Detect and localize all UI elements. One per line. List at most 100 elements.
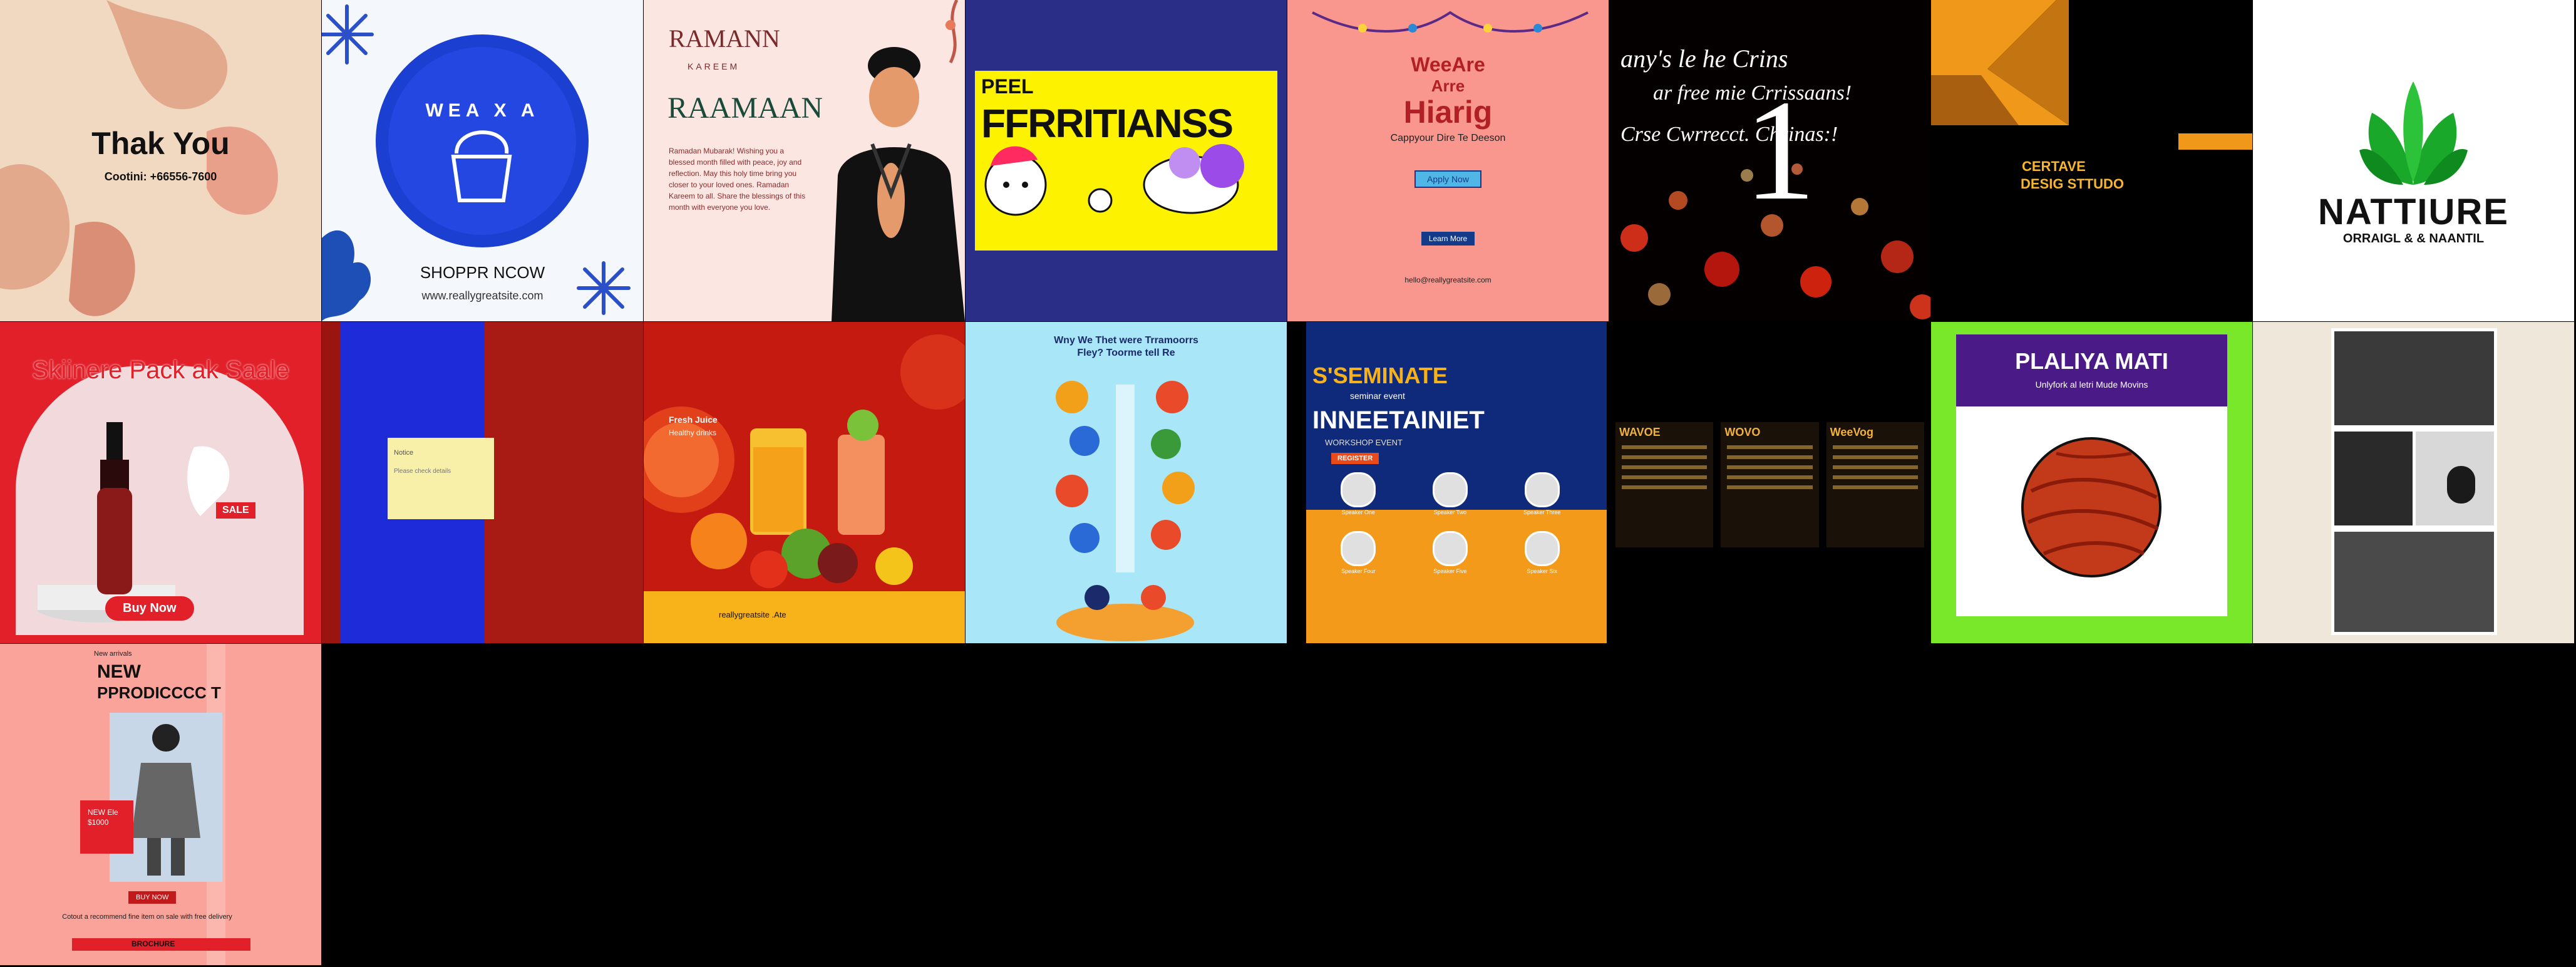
collage-photo-group xyxy=(2334,532,2494,632)
menu-line xyxy=(1832,475,1918,479)
speaker-name: Speaker Two xyxy=(1433,509,1467,515)
thank-you-contact: Cootini: +66556-7600 xyxy=(104,170,217,183)
seminar-sub: seminar event xyxy=(1350,391,1405,401)
skincare-title: Skiinere Pack ak Saale xyxy=(31,356,290,384)
floral-corner-icon xyxy=(945,0,959,64)
thank-you-title: Thak You xyxy=(91,126,230,161)
orange-geometric-shapes xyxy=(1931,0,2252,150)
speaker-card: Speaker Three xyxy=(1499,472,1585,515)
tile-new-product[interactable]: New arrivals NEW PPRODICCCC T NEW Ele $1… xyxy=(0,644,321,965)
speaker-card: Speaker Two xyxy=(1408,472,1493,515)
menu-line xyxy=(1622,465,1708,469)
product-line2: PPRODICCCC T xyxy=(97,683,221,702)
hiring-line1: WeeAre xyxy=(1411,53,1485,76)
tile-nature[interactable]: NATTIURE ORRAIGL & & NAANTIL xyxy=(2253,0,2574,321)
hiring-line3: Hiarig xyxy=(1403,95,1493,130)
hiring-footer-email[interactable]: hello@reallygreatsite.com xyxy=(1287,276,1609,284)
collage-person-silhouette xyxy=(2447,466,2475,504)
ramadan-body: Ramadan Mubarak! Wishing you a blessed m… xyxy=(669,147,806,212)
tile-seminar[interactable]: S'SEMINATE seminar event INNEETAINIET WO… xyxy=(1287,322,1609,643)
menu-line xyxy=(1727,485,1813,489)
menu-heading: WOVO xyxy=(1724,426,1761,438)
shop-url[interactable]: www.reallygreatsite.com xyxy=(322,289,643,303)
speaker-card: Speaker Four xyxy=(1316,531,1401,574)
seminar-title: INNEETAINIET xyxy=(1312,406,1485,434)
tile-photo-collage[interactable] xyxy=(2253,322,2574,643)
apply-now-button[interactable]: Apply Now xyxy=(1414,170,1481,188)
shop-title: SHOPPR NCOW xyxy=(420,263,545,282)
tile-ramadan[interactable]: RAMANN KAREEM RAAMAAN Ramadan Mubarak! W… xyxy=(644,0,965,321)
menu-line xyxy=(1727,475,1813,479)
friendship-title: FFRRITIANSS xyxy=(981,101,1234,146)
learn-more-button[interactable]: Learn More xyxy=(1421,232,1475,246)
avatar xyxy=(1341,472,1376,507)
creative-line2: DESIG STTUDO xyxy=(2021,176,2125,192)
nature-sub: ORRAIGL & & NAANTIL xyxy=(2342,232,2485,246)
menu-line xyxy=(1622,475,1708,479)
product-buy-button[interactable]: BUY NOW xyxy=(128,891,177,904)
ramadan-title: RAAMAAN xyxy=(667,91,823,125)
product-line1: NEW xyxy=(97,661,141,682)
avatar xyxy=(1432,472,1468,507)
product-footer: BROCHURE xyxy=(131,939,175,948)
tile-creative-studio[interactable]: CERTAVE DESIG STTUDO xyxy=(1931,0,2252,321)
menu-line xyxy=(1832,485,1918,489)
tile-football[interactable]: PLALIYA MATI Unlyfork al letri Mude Movi… xyxy=(1931,322,2252,643)
tile-christmas[interactable]: any's le he Crins ar free mie Crrissaans… xyxy=(1609,0,1930,321)
red-panel xyxy=(485,322,643,643)
product-price2: $1000 xyxy=(88,818,109,827)
ramadan-small-title: RAMANN xyxy=(669,24,780,53)
note-line: Please check details xyxy=(394,468,451,475)
menu-column: WeeVog xyxy=(1826,422,1924,547)
left-red-strip xyxy=(322,322,341,643)
creative-line1: CERTAVE xyxy=(2022,158,2086,174)
speaker-name: Speaker Three xyxy=(1523,509,1561,515)
tile-shop-now[interactable]: WEA X A SHOPPR NCOW www.reallygreatsite.… xyxy=(322,0,643,321)
avatar xyxy=(1524,472,1560,507)
buy-now-button[interactable]: Buy Now xyxy=(105,596,194,621)
sticky-note: Notice Please check details xyxy=(388,438,494,519)
infographic-title: Wny We Thet were Trramoorrs Fley? Toorme… xyxy=(1054,335,1198,358)
product-price1: NEW Ele xyxy=(88,808,118,817)
praying-man-illustration xyxy=(832,47,965,321)
avatar xyxy=(1341,531,1376,566)
leaf-logo-icon xyxy=(2359,81,2468,185)
hiring-line2: Arre xyxy=(1431,76,1465,95)
nature-title: NATTIURE xyxy=(2318,192,2509,232)
christmas-line1: any's le he Crins xyxy=(1620,44,1788,73)
collage-photo-street xyxy=(2334,331,2494,425)
football-title: PLALIYA MATI xyxy=(2015,348,2168,374)
speaker-card: Speaker Six xyxy=(1499,531,1585,574)
menu-line xyxy=(1832,465,1918,469)
juice-title: Fresh Juice xyxy=(669,415,718,425)
menu-line xyxy=(1622,455,1708,459)
skincare-sale-badge: SALE xyxy=(216,502,255,519)
christmas-big-number: 1 xyxy=(1744,70,1816,230)
template-gallery-grid: Thak You Cootini: +66556-7600 WEA X A SH… xyxy=(0,0,2576,967)
shop-badge-text: WEA X A xyxy=(425,100,540,121)
menu-column: WAVOE xyxy=(1615,422,1714,547)
tile-blue-red[interactable]: Notice Please check details xyxy=(322,322,643,643)
speaker-name: Speaker Five xyxy=(1433,568,1467,574)
tile-menu[interactable]: WAVOE WOVO WeeVog xyxy=(1609,322,1930,643)
tile-skincare[interactable]: Skiinere Pack ak Saale SALE Buy Now xyxy=(0,322,321,643)
speaker-card: Speaker Five xyxy=(1408,531,1493,574)
register-button[interactable]: REGISTER xyxy=(1331,453,1379,464)
garland-decoration-icon xyxy=(1312,11,1589,33)
product-small: New arrivals xyxy=(94,650,132,658)
avatar xyxy=(1524,531,1560,566)
model-illustration xyxy=(131,724,200,876)
tile-thank-you[interactable]: Thak You Cootini: +66556-7600 xyxy=(0,0,321,321)
juice-line: Healthy drinks xyxy=(669,428,717,437)
menu-line xyxy=(1727,455,1813,459)
juice-illustration xyxy=(644,334,965,643)
tile-hiring[interactable]: WeeAre Arre Hiarig Cappyour Dire Te Dees… xyxy=(1287,0,1609,321)
tile-infographic[interactable]: Wny We Thet were Trramoorrs Fley? Toorme… xyxy=(966,322,1287,643)
juice-footer: reallygreatsite .Ate xyxy=(719,610,786,619)
note-title: Notice xyxy=(394,449,414,457)
speaker-name: Speaker One xyxy=(1341,509,1375,515)
tile-friendship[interactable]: PEEL FFRRITIANSS xyxy=(966,0,1287,321)
ball-icon xyxy=(2021,437,2161,577)
product-price-box: NEW Ele $1000 xyxy=(80,800,133,854)
tile-juice[interactable]: Fresh Juice Healthy drinks reallygreatsi… xyxy=(644,322,965,643)
